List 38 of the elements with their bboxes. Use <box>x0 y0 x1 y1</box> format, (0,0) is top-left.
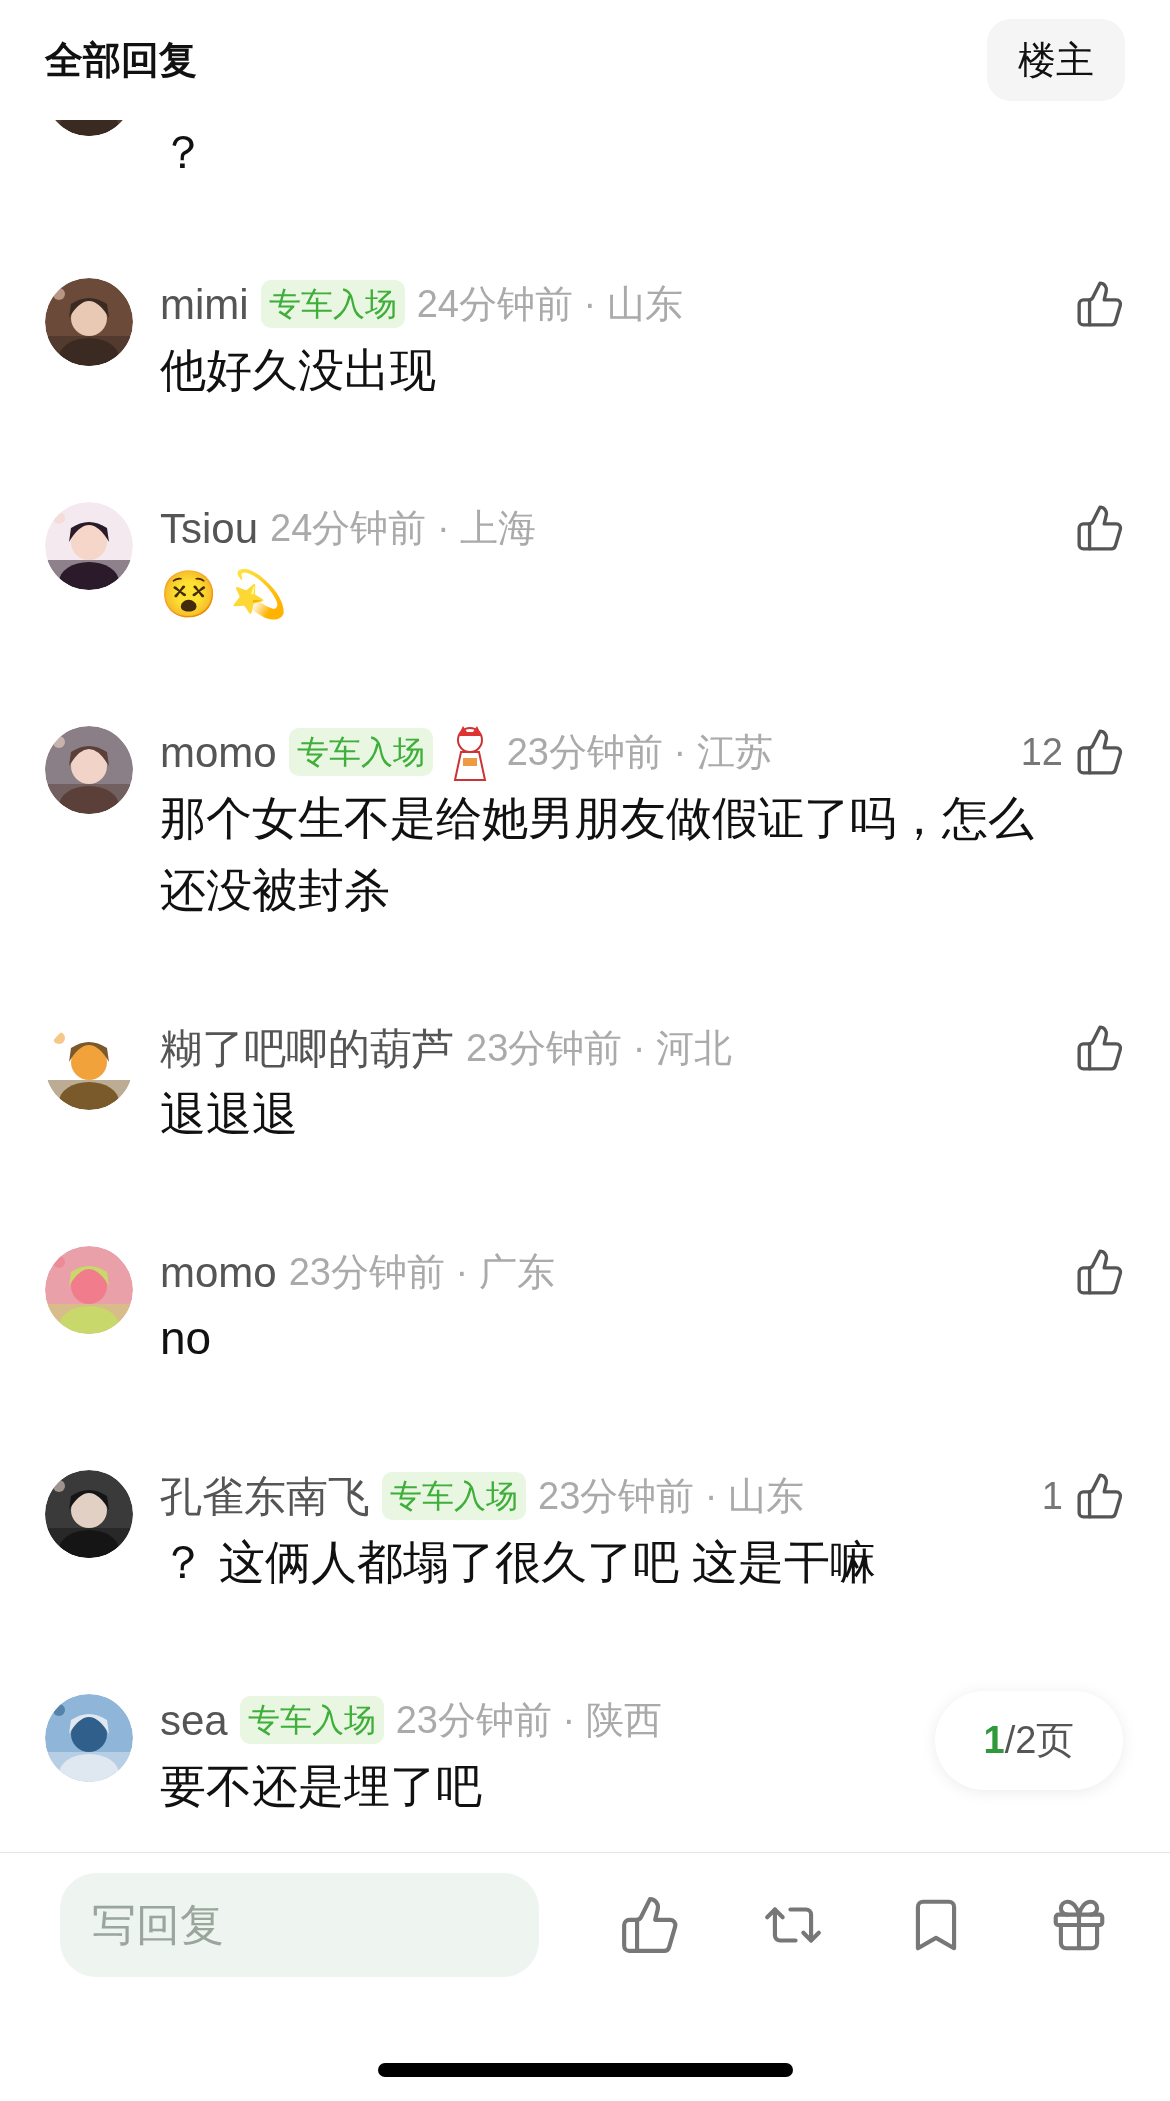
comment-text: ？ 这俩人都塌了很久了吧 这是干嘛 <box>160 1535 877 1590</box>
username[interactable]: mimi <box>160 272 249 336</box>
comment-text: 那个女生不是给她男朋友做假证了吗，怎么还没被封杀 <box>160 791 1035 918</box>
comment-meta: 24分钟前 · 山东 <box>416 281 683 327</box>
like-icon[interactable] <box>1075 1471 1125 1521</box>
comment-text: 退退退 <box>160 1087 299 1142</box>
username[interactable]: 孔雀东南飞 <box>160 1464 370 1528</box>
comment-meta: 23分钟前 · 江苏 <box>506 729 773 775</box>
badge: 专车入场 <box>288 728 433 776</box>
comment-text: no <box>160 1311 213 1366</box>
reply-input[interactable]: 写回复 <box>60 1873 539 1977</box>
comment-meta: 23分钟前 · 山东 <box>538 1473 805 1519</box>
username[interactable]: sea <box>160 1688 228 1752</box>
username[interactable]: 糊了吧唧的葫芦 <box>160 1016 454 1080</box>
username[interactable]: momo <box>160 720 277 784</box>
comment-text: ？ <box>160 125 206 180</box>
comment-text: 要不还是埋了吧 <box>160 1759 483 1814</box>
comment-meta: 23分钟前 · 广东 <box>288 1249 555 1295</box>
like-icon[interactable] <box>1075 727 1125 777</box>
comment-meta: 23分钟前 · 陕西 <box>395 1697 662 1743</box>
badge: 专车入场 <box>239 1696 384 1744</box>
like-icon[interactable] <box>1075 1023 1125 1073</box>
badge: 专车入场 <box>382 1472 526 1520</box>
comment-text: 😵 💫 <box>160 567 288 622</box>
comment-meta: 24分钟前 · 上海 <box>270 505 537 551</box>
comment-text: 他好久没出现 <box>160 343 437 398</box>
username[interactable]: momo <box>160 1240 277 1304</box>
like-count: 1 <box>1041 1473 1063 1519</box>
like-icon[interactable] <box>1075 279 1125 329</box>
badge: 专车入场 <box>260 280 405 328</box>
author-filter-button[interactable]: 楼主 <box>987 19 1125 101</box>
like-count: 12 <box>1020 729 1063 775</box>
comment-meta: 23分钟前 · 河北 <box>466 1025 733 1071</box>
like-icon[interactable] <box>1075 503 1125 553</box>
like-icon[interactable] <box>1075 1247 1125 1297</box>
page-indicator[interactable]: 1/2页 <box>935 1691 1123 1790</box>
username[interactable]: Tsiou <box>160 496 259 560</box>
header-title: 全部回复 <box>45 37 197 83</box>
